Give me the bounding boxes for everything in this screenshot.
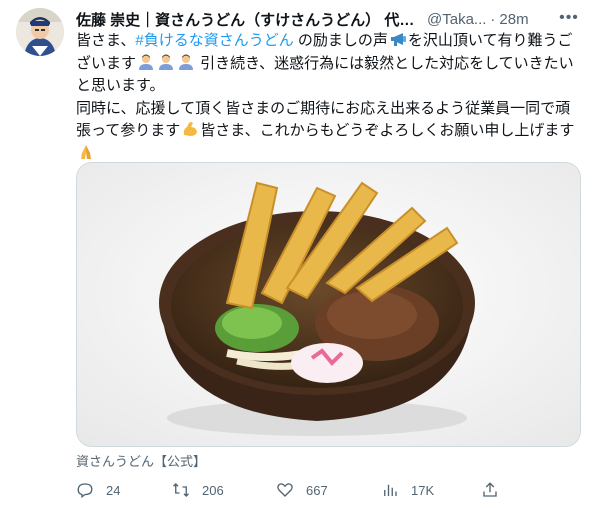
folded-hands-icon (81, 144, 91, 159)
share-button[interactable] (481, 476, 511, 504)
retweet-button[interactable]: 206 (172, 476, 224, 504)
flexed-biceps-icon (184, 122, 198, 136)
bowing-person-icon (179, 54, 194, 70)
media-source-label[interactable]: 資さんうどん【公式】 (76, 451, 206, 470)
tweet-line-1: 皆さま、#負けるな資さんうどん の励ましの声 を沢山頂いて有り難うご (76, 30, 581, 53)
tweet-line-4: 同時に、応援して頂く皆さまのご期待にお応え出来るよう従業員一同で頑 (76, 99, 571, 117)
tweet-line-3: と思います。 (76, 77, 165, 94)
retweet-count: 206 (202, 482, 224, 498)
bowing-person-icon (159, 54, 174, 70)
hashtag-link[interactable]: #負けるな資さんうどん (135, 32, 293, 49)
reply-icon (77, 483, 93, 499)
reply-button[interactable]: 24 (76, 476, 120, 504)
text-segment: 張って参ります (76, 122, 181, 139)
views-count: 17K (411, 482, 435, 498)
text-segment: を沢山頂いて有り難うご (407, 32, 573, 49)
text-segment: ざいます (76, 54, 137, 72)
bar-chart-icon (384, 484, 397, 496)
tweet-timestamp[interactable]: 28m (499, 11, 528, 28)
avatar-image (16, 8, 64, 56)
text-segment: の励ましの声 (293, 32, 388, 49)
author-name[interactable]: 佐藤 崇史｜資さんうどん（すけさんうどん） 代表... (76, 9, 421, 30)
reply-count: 24 (106, 482, 121, 498)
tweet-line-2: ざいます 引き続き、迷惑行為には毅然とした対応をしていきたい (76, 53, 581, 76)
retweet-icon (173, 483, 189, 497)
header-separator: · (490, 10, 496, 28)
author-avatar[interactable] (16, 8, 64, 56)
share-icon (483, 482, 497, 497)
tweet-actions: 24 206 667 17K (76, 476, 581, 504)
tweet-line-5: 張って参ります 皆さま、これからもどうぞよろしくお願い申し上げます (76, 120, 581, 143)
like-count: 667 (306, 482, 328, 498)
tweet-text: 皆さま、#負けるな資さんうどん の励ましの声 を沢山頂いて有り難うご ざいます 引… (76, 30, 581, 165)
text-segment: 皆さま、これからもどうぞよろしくお願い申し上げます (200, 122, 575, 139)
megaphone-icon (390, 33, 406, 46)
bowing-person-icon (139, 54, 154, 70)
tweet-header: 佐藤 崇史｜資さんうどん（すけさんうどん） 代表... @Taka... · 2… (76, 8, 581, 30)
text-segment: 皆さま、 (76, 32, 136, 49)
tweet-media-image[interactable] (76, 162, 581, 447)
views-button[interactable]: 17K (381, 476, 434, 504)
udon-bowl-photo (77, 163, 580, 446)
text-segment: 引き続き、迷惑行為には毅然とした対応をしていきたい (196, 54, 574, 72)
like-button[interactable]: 667 (276, 476, 328, 504)
heart-icon (277, 483, 293, 497)
author-handle[interactable]: @Taka... (427, 11, 486, 28)
more-options-button[interactable]: ••• (556, 9, 582, 29)
